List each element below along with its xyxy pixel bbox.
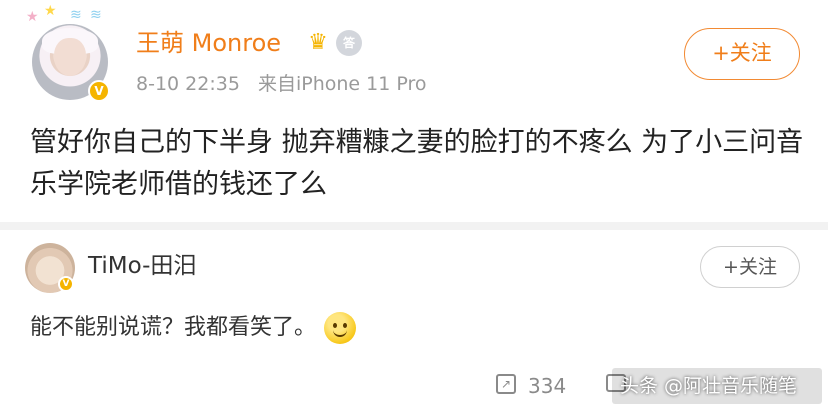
medal-icon[interactable]: 答 (336, 30, 362, 56)
commenter-name[interactable]: TiMo-田汨 (88, 250, 196, 282)
follow-button[interactable]: +关注 (684, 28, 800, 80)
watermark: 头条 @阿壮音乐随笔 (612, 368, 822, 404)
section-divider (0, 222, 828, 230)
share-count[interactable]: 334 (528, 372, 566, 400)
verified-badge-icon: V (88, 80, 110, 102)
wave-decoration-icon: ≋ (90, 7, 102, 23)
share-icon[interactable]: ↗ (496, 374, 516, 394)
post-meta: 8-10 22:35 来自iPhone 11 Pro (136, 70, 439, 98)
post-source: 来自iPhone 11 Pro (257, 73, 427, 95)
wave-decoration-icon: ≋ (70, 7, 82, 23)
author-avatar[interactable]: ★ ★ ≋ ≋ V (26, 3, 112, 104)
author-name[interactable]: 王萌 Monroe (136, 27, 281, 59)
comment-text-row: 能不能别说谎？我都看笑了。 (30, 310, 357, 346)
post-timestamp: 8-10 22:35 (136, 73, 240, 95)
avatar-face (54, 38, 86, 76)
star-decoration-icon: ★ (44, 3, 57, 19)
post-text: 管好你自己的下半身 抛弃糟糠之妻的脸打的不疼么 为了小三问音乐学院老师借的钱还了… (30, 127, 804, 200)
weibo-post: ★ ★ ≋ ≋ V 王萌 Monroe ♛ 答 8-10 22:35 来自iPh… (0, 0, 828, 222)
crown-icon[interactable]: ♛ (304, 30, 332, 56)
comment-text: 能不能别说谎？我都看笑了。 (30, 315, 317, 340)
follow-button[interactable]: +关注 (700, 246, 800, 288)
verified-badge-icon: V (58, 276, 74, 292)
smile-emoji-icon (324, 312, 357, 344)
star-decoration-icon: ★ (26, 9, 39, 25)
